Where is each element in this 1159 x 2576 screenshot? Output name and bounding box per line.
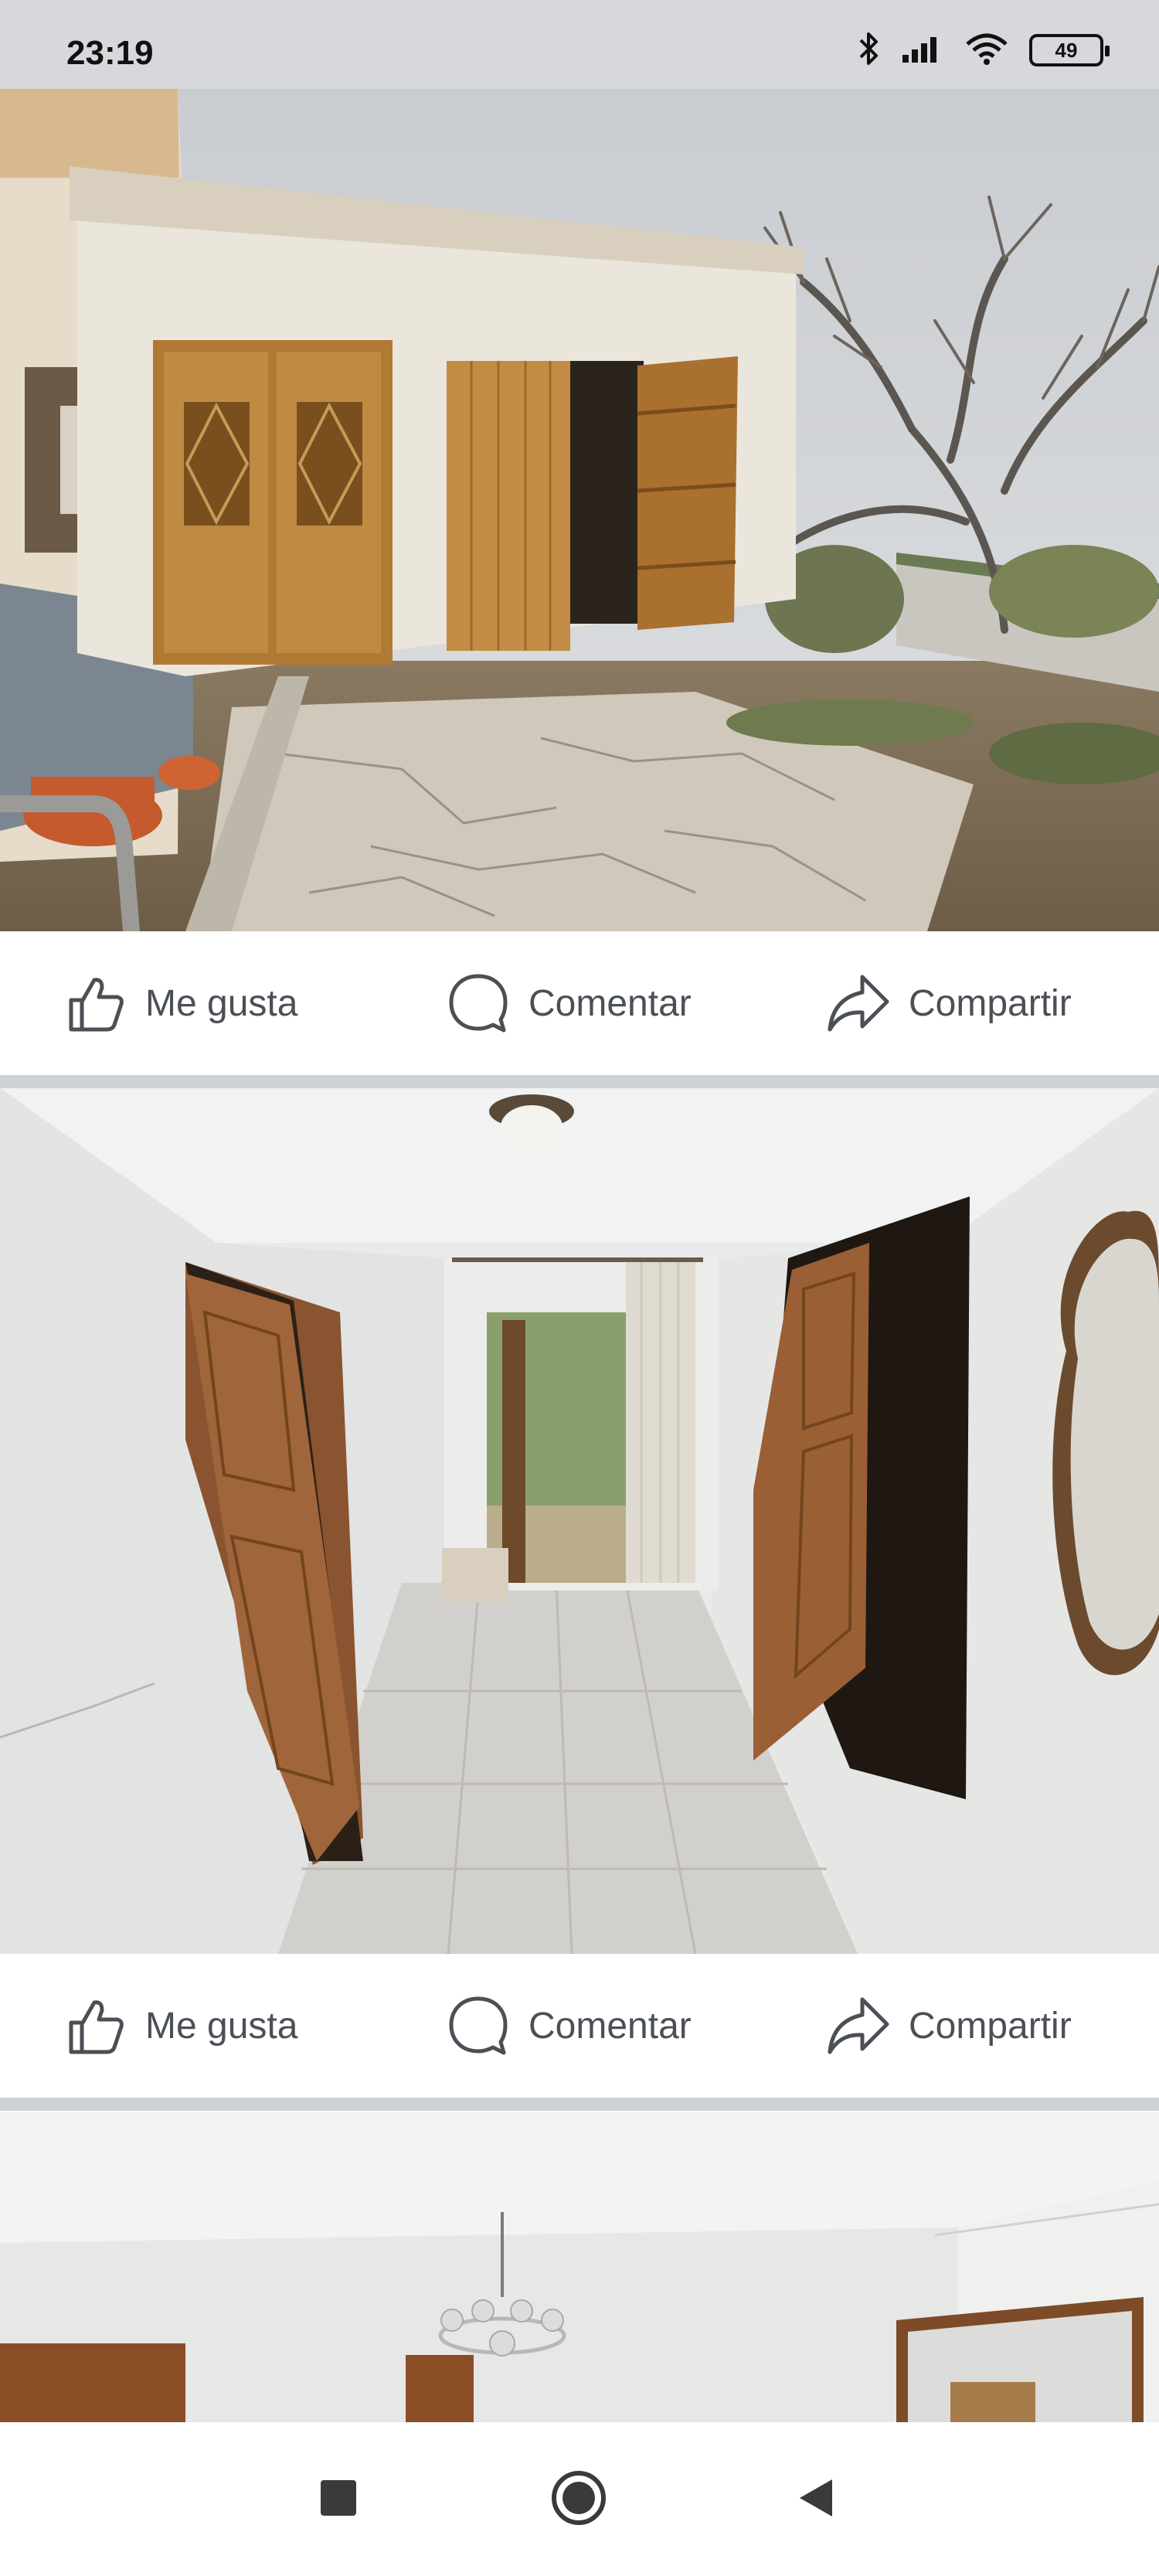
share-label: Compartir	[909, 2005, 1072, 2047]
post-actions: Me gusta Comentar Compartir	[0, 1954, 1159, 2098]
post-actions: Me gusta Comentar Compartir	[0, 931, 1159, 1075]
share-button[interactable]: Compartir	[825, 972, 1072, 1034]
home-button[interactable]	[551, 2470, 607, 2527]
status-icons: 49	[858, 31, 1110, 70]
share-label: Compartir	[909, 982, 1072, 1024]
recent-apps-icon	[319, 2479, 358, 2521]
post-photo-hallway[interactable]	[0, 1088, 1159, 1954]
bluetooth-icon	[858, 31, 881, 70]
comment-button[interactable]: Comentar	[447, 1994, 692, 2057]
system-nav-bar	[0, 2422, 1159, 2576]
thumbs-up-icon	[65, 1995, 127, 2057]
home-icon	[549, 2469, 608, 2531]
back-icon	[797, 2478, 835, 2522]
like-label: Me gusta	[145, 2005, 298, 2047]
wifi-icon	[964, 32, 1009, 70]
signal-icon	[901, 33, 944, 68]
recent-apps-button[interactable]	[311, 2472, 366, 2527]
share-arrow-icon	[825, 972, 890, 1034]
share-arrow-icon	[825, 1995, 890, 2057]
like-button[interactable]: Me gusta	[65, 972, 297, 1034]
post-photo-exterior[interactable]	[0, 89, 1159, 931]
post-separator	[0, 1075, 1159, 1088]
thumbs-up-icon	[65, 972, 127, 1034]
battery-level: 49	[1055, 38, 1078, 62]
like-button[interactable]: Me gusta	[65, 1995, 297, 2057]
comment-button[interactable]: Comentar	[447, 972, 692, 1035]
like-label: Me gusta	[145, 982, 298, 1024]
battery-icon: 49	[1029, 34, 1110, 66]
back-button[interactable]	[788, 2472, 844, 2527]
comment-bubble-icon	[447, 972, 510, 1035]
share-button[interactable]: Compartir	[825, 1995, 1072, 2057]
comment-label: Comentar	[529, 982, 692, 1024]
status-bar: 23:19 49	[0, 0, 1159, 89]
comment-bubble-icon	[447, 1994, 510, 2057]
status-time: 23:19	[66, 34, 154, 72]
post-photo-room[interactable]	[0, 2112, 1159, 2422]
comment-label: Comentar	[529, 2005, 692, 2047]
post-separator	[0, 2098, 1159, 2111]
